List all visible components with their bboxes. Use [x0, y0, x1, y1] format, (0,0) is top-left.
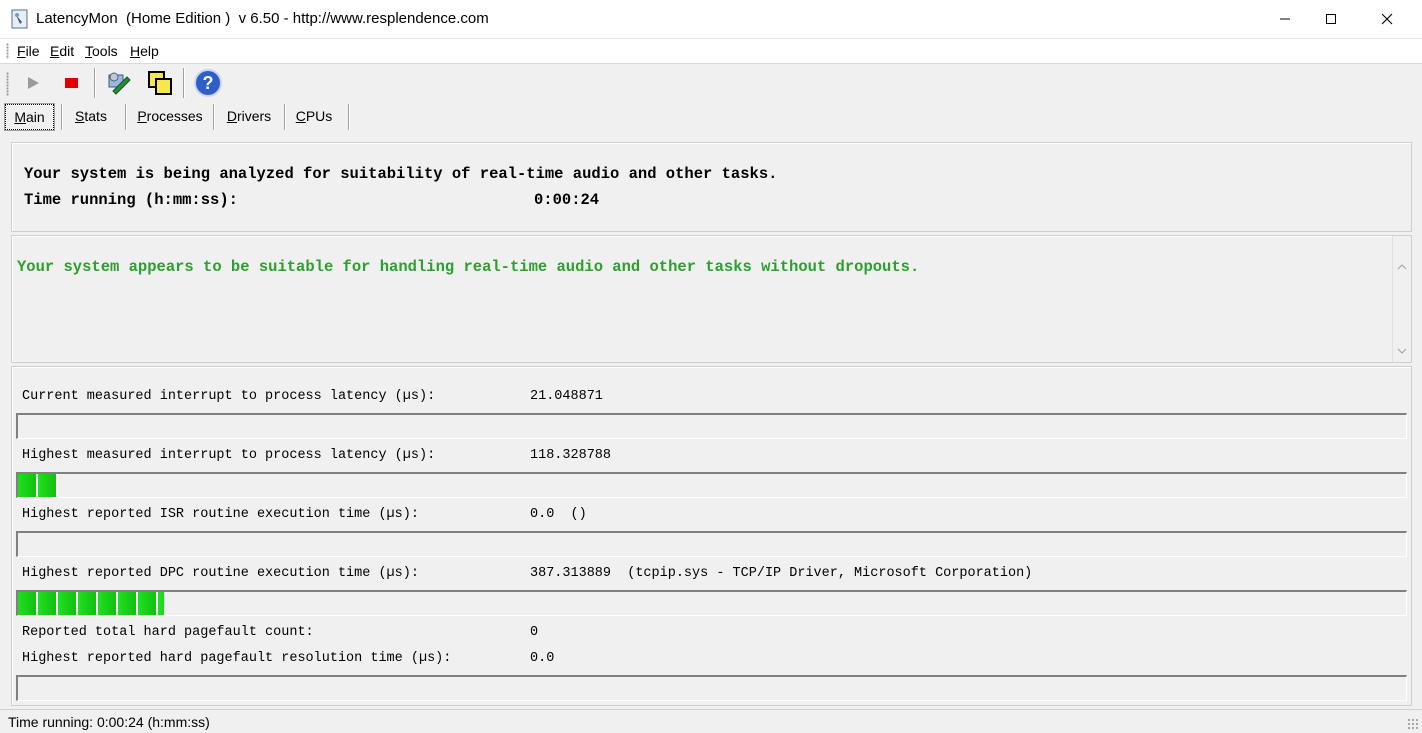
toolbar-separator: [94, 68, 96, 98]
windows-button[interactable]: [145, 68, 175, 98]
maximize-icon: [1326, 14, 1336, 24]
current-latency-label: Current measured interrupt to process la…: [22, 389, 436, 404]
dpc-time-bar: [16, 590, 1407, 616]
tab-separator: [284, 104, 286, 130]
highest-latency-label: Highest measured interrupt to process la…: [22, 448, 436, 463]
time-running-label: Time running (h:mm:ss):: [24, 191, 238, 209]
close-icon: [1381, 13, 1393, 25]
tab-separator: [213, 104, 215, 130]
verdict-panel: Your system appears to be suitable for h…: [11, 235, 1412, 363]
minimize-button[interactable]: [1262, 0, 1308, 38]
maximize-button[interactable]: [1308, 0, 1354, 38]
windows-icon: [148, 71, 172, 95]
dpc-time-bar-fill: [18, 592, 164, 615]
analysis-panel: Your system is being analyzed for suitab…: [11, 142, 1412, 232]
tab-separator: [61, 104, 63, 130]
highest-latency-value: 118.328788: [530, 448, 612, 463]
tab-separator: [125, 104, 127, 130]
window-title: LatencyMon (Home Edition ) v 6.50 - http…: [36, 10, 489, 27]
pagefault-time-label: Highest reported hard pagefault resoluti…: [22, 651, 452, 666]
menu-grip: [6, 43, 9, 59]
start-button[interactable]: [18, 68, 48, 98]
scroll-up-button[interactable]: [1393, 258, 1411, 276]
tab-separator: [348, 104, 350, 130]
tab-main[interactable]: Main: [4, 103, 55, 131]
close-button[interactable]: [1364, 0, 1410, 38]
tab-drivers[interactable]: Drivers: [218, 104, 280, 128]
isr-time-value: 0.0 (): [530, 507, 587, 522]
verdict-scrollbar[interactable]: [1392, 236, 1411, 362]
highest-latency-bar: [16, 472, 1407, 498]
tools-icon: [108, 72, 131, 95]
latencymon-app-icon: [10, 9, 30, 29]
pagefault-count-value: 0: [530, 625, 539, 640]
tab-cpus[interactable]: C PUs: [289, 104, 339, 128]
measurements-panel: Current measured interrupt to process la…: [11, 366, 1412, 706]
minimize-icon: [1280, 18, 1290, 20]
help-button[interactable]: ?: [193, 68, 223, 98]
status-bar-text: Time running: 0:00:24 (h:mm:ss): [8, 714, 210, 730]
toolbar: ?: [0, 64, 1422, 102]
menu-file[interactable]: File: [17, 43, 40, 59]
dpc-time-value: 387.313889 (tcpip.sys - TCP/IP Driver, M…: [530, 566, 1033, 581]
isr-time-label: Highest reported ISR routine execution t…: [22, 507, 419, 522]
highest-latency-bar-fill: [18, 474, 59, 497]
current-latency-bar: [16, 413, 1407, 439]
pagefault-count-label: Reported total hard pagefault count:: [22, 625, 314, 640]
menu-edit[interactable]: Edit: [50, 43, 74, 59]
pagefault-time-value: 0.0: [530, 651, 555, 666]
verdict-text: Your system appears to be suitable for h…: [17, 258, 920, 276]
analysis-status-text: Your system is being analyzed for suitab…: [24, 165, 778, 183]
isr-time-bar: [16, 531, 1407, 557]
time-running-value: 0:00:24: [534, 191, 600, 209]
help-icon: ?: [194, 69, 222, 97]
title-bar: LatencyMon (Home Edition ) v 6.50 - http…: [0, 0, 1422, 39]
status-bar: Time running: 0:00:24 (h:mm:ss): [0, 709, 1422, 733]
play-icon: [28, 77, 39, 89]
tab-stats[interactable]: Stats: [66, 104, 116, 128]
toolbar-separator: [183, 68, 185, 98]
stop-button[interactable]: [56, 68, 86, 98]
scroll-down-button[interactable]: [1393, 342, 1411, 360]
resize-grip-icon[interactable]: [1407, 718, 1419, 730]
pagefault-time-bar: [16, 675, 1407, 701]
chevron-up-icon: [1397, 264, 1407, 270]
stop-icon: [65, 78, 78, 88]
menu-tools[interactable]: Tools: [85, 43, 118, 59]
svg-text:?: ?: [203, 73, 214, 93]
current-latency-value: 21.048871: [530, 389, 603, 404]
toolbar-grip: [6, 72, 9, 96]
chevron-down-icon: [1397, 348, 1407, 354]
tab-processes[interactable]: Processes: [130, 104, 210, 128]
tools-button[interactable]: [104, 68, 134, 98]
menu-help[interactable]: Help: [130, 43, 159, 59]
tab-strip: Main Stats Processes Drivers C PUs: [0, 102, 1422, 131]
menu-bar: File Edit Tools Help: [0, 39, 1422, 64]
dpc-time-label: Highest reported DPC routine execution t…: [22, 566, 419, 581]
